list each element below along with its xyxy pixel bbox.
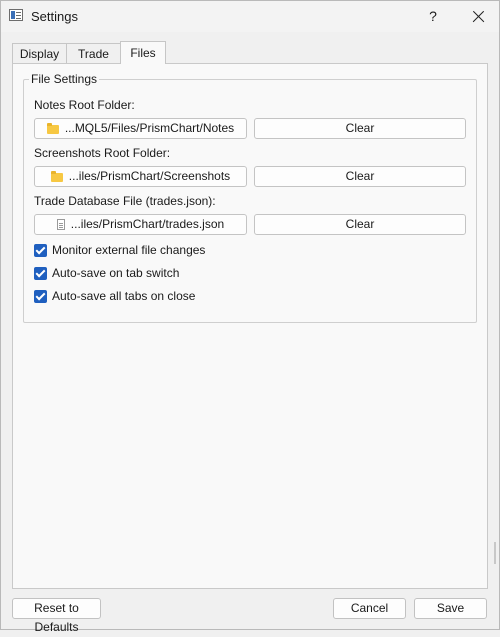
title-bar: Settings ? [1,1,499,32]
save-button[interactable]: Save [414,598,487,619]
trade-database-path: ...iles/PrismChart/trades.json [70,217,225,231]
notes-folder-path: ...MQL5/Files/PrismChart/Notes [64,121,235,135]
notes-clear-button[interactable]: Clear [254,118,466,139]
folder-icon [50,171,63,182]
auto-save-tab-switch-checkbox[interactable] [34,266,47,280]
auto-save-tab-switch-option[interactable]: Auto-save on tab switch [34,265,179,281]
monitor-file-changes-checkbox[interactable] [34,243,47,257]
screenshots-folder-path: ...iles/PrismChart/Screenshots [68,169,231,183]
tab-display[interactable]: Display [12,43,67,63]
trade-database-clear-button[interactable]: Clear [254,214,466,235]
tab-files[interactable]: Files [120,41,166,64]
auto-save-on-close-checkbox[interactable] [34,289,47,303]
resize-grip[interactable] [494,542,496,564]
folder-icon [46,123,59,134]
tab-trade[interactable]: Trade [66,43,121,63]
reset-defaults-button[interactable]: Reset to Defaults [12,598,101,634]
screenshots-folder-button[interactable]: ...iles/PrismChart/Screenshots [34,166,247,187]
files-tab-panel: File Settings Notes Root Folder: ...MQL5… [12,63,488,589]
window-title: Settings [31,9,78,24]
file-settings-group: File Settings Notes Root Folder: ...MQL5… [23,72,477,323]
group-title: File Settings [29,72,100,86]
trade-database-label: Trade Database File (trades.json): [34,194,216,208]
checkbox-label: Monitor external file changes [52,243,206,257]
settings-dialog: Settings ? Display Trade Files File Sett… [0,0,500,634]
screenshots-folder-label: Screenshots Root Folder: [34,146,171,160]
checkbox-label: Auto-save on tab switch [52,266,180,280]
auto-save-on-close-option[interactable]: Auto-save all tabs on close [34,288,195,304]
app-window-icon [9,9,23,21]
close-button[interactable] [459,1,497,32]
file-icon [56,219,65,230]
cancel-button[interactable]: Cancel [333,598,406,619]
checkbox-label: Auto-save all tabs on close [52,289,196,303]
help-button[interactable]: ? [419,1,447,32]
screenshots-clear-button[interactable]: Clear [254,166,466,187]
notes-folder-button[interactable]: ...MQL5/Files/PrismChart/Notes [34,118,247,139]
monitor-file-changes-option[interactable]: Monitor external file changes [34,242,205,258]
trade-database-button[interactable]: ...iles/PrismChart/trades.json [34,214,247,235]
notes-folder-label: Notes Root Folder: [34,98,135,112]
